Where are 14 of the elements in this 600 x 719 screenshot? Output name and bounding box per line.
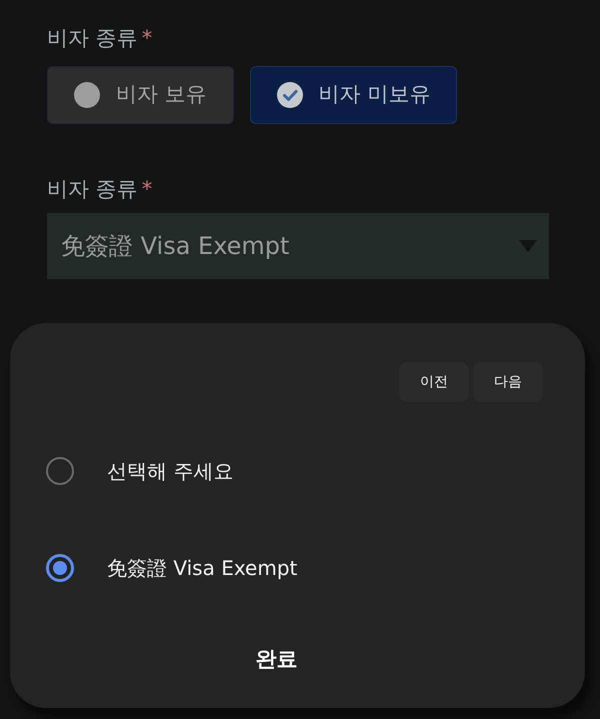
toggle-option[interactable]: 비자 미보유 <box>250 66 458 124</box>
select-field[interactable]: 免簽證 Visa Exempt <box>47 213 549 279</box>
option-item[interactable]: 免簽證 Visa Exempt <box>10 538 543 598</box>
check-circle-icon <box>276 82 303 108</box>
field-label: 비자 종류 <box>47 177 138 201</box>
toggle-option[interactable]: 비자 보유 <box>47 66 234 124</box>
option-item[interactable]: 선택해 주세요 <box>10 441 543 501</box>
circle-icon <box>74 82 100 108</box>
field-label: 비자 종류 <box>47 26 138 50</box>
required-asterisk: * <box>142 177 152 201</box>
required-asterisk: * <box>142 26 152 50</box>
done-button[interactable]: 완료 <box>226 635 328 685</box>
previous-button[interactable]: 이전 <box>399 362 469 402</box>
next-button[interactable]: 다음 <box>473 362 543 402</box>
